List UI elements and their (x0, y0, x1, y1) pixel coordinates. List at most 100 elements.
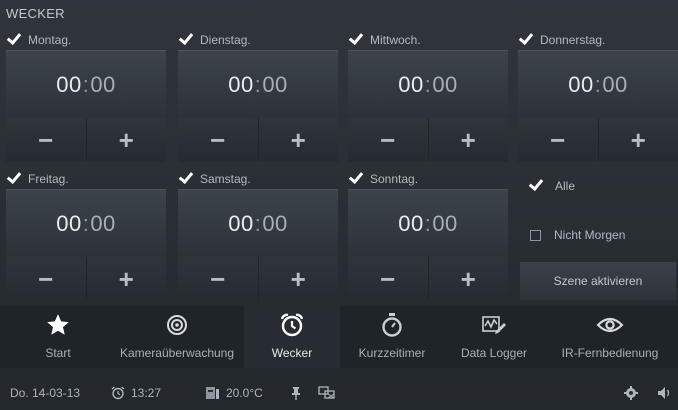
nav-ir-fernbedienung[interactable]: IR-Fernbedienung (544, 306, 676, 368)
thermometer-icon (205, 386, 221, 400)
time-separator: : (424, 71, 432, 97)
increase-button[interactable]: + (85, 257, 166, 301)
time-display[interactable]: 00 : 00 (6, 50, 166, 118)
adjust-row: − + (348, 257, 508, 301)
increase-button[interactable]: + (257, 257, 338, 301)
alarm-clock-icon (279, 312, 305, 338)
hours-value: 00 (568, 71, 594, 97)
day-header[interactable]: Mittwoch. (350, 30, 421, 50)
nav-data-logger[interactable]: Data Logger (444, 306, 544, 368)
decrease-button[interactable]: − (178, 118, 258, 162)
day-checkbox[interactable] (350, 173, 362, 185)
day-panel-donnerstag: Donnerstag. 00 : 00 − + (518, 30, 678, 162)
increase-button[interactable]: + (257, 118, 338, 162)
adjust-row: − + (6, 118, 166, 162)
day-panel-dienstag: Dienstag. 00 : 00 − + (178, 30, 338, 162)
settings-icon[interactable] (624, 386, 638, 400)
day-checkbox[interactable] (180, 34, 192, 46)
day-panel-montag: Montag. 00 : 00 − + (6, 30, 166, 162)
adjust-row: − + (348, 118, 508, 162)
star-icon (45, 312, 71, 338)
minutes-value: 00 (432, 210, 458, 236)
day-label: Freitag. (28, 172, 69, 186)
day-panel-freitag: Freitag. 00 : 00 − + (6, 169, 166, 301)
alarm-time-text: 13:27 (131, 386, 162, 400)
pin-icon (291, 386, 301, 400)
scene-activate-button[interactable]: Szene aktivieren (520, 262, 676, 300)
time-separator: : (594, 71, 602, 97)
minutes-value: 00 (90, 210, 116, 236)
status-temperature: 20.0°C (205, 386, 263, 400)
day-header[interactable]: Samstag. (180, 169, 251, 189)
time-display[interactable]: 00 : 00 (6, 189, 166, 257)
decrease-button[interactable]: − (6, 257, 86, 301)
day-label: Samstag. (200, 172, 251, 186)
decrease-button[interactable]: − (178, 257, 258, 301)
adjust-row: − + (178, 118, 338, 162)
nav-start-label: Start (45, 346, 71, 360)
option-alle[interactable]: Alle (530, 179, 575, 193)
nav-kurzzeitimer[interactable]: Kurzzeitimer (340, 306, 444, 368)
page-title: WECKER (6, 6, 65, 21)
time-separator: : (254, 210, 262, 236)
minutes-value: 00 (262, 71, 288, 97)
increase-button[interactable]: + (85, 118, 166, 162)
nav-wecker-label: Wecker (271, 346, 313, 360)
day-checkbox[interactable] (8, 173, 20, 185)
nav-data-logger-label: Data Logger (460, 346, 528, 360)
day-header[interactable]: Donnerstag. (520, 30, 605, 50)
time-display[interactable]: 00 : 00 (348, 50, 508, 118)
hours-value: 00 (56, 210, 82, 236)
day-panel-sonntag: Sonntag. 00 : 00 − + (348, 169, 508, 301)
hours-value: 00 (228, 71, 254, 97)
day-label: Dienstag. (200, 33, 251, 47)
day-label: Mittwoch. (370, 33, 421, 47)
day-checkbox[interactable] (8, 34, 20, 46)
adjust-row: − + (6, 257, 166, 301)
adjust-row: − + (178, 257, 338, 301)
day-label: Sonntag. (370, 172, 419, 186)
increase-button[interactable]: + (427, 257, 508, 301)
hours-value: 00 (398, 71, 424, 97)
day-checkbox[interactable] (520, 34, 532, 46)
alle-checkbox[interactable] (530, 180, 542, 192)
increase-button[interactable]: + (597, 118, 678, 162)
time-display[interactable]: 00 : 00 (348, 189, 508, 257)
time-separator: : (82, 210, 90, 236)
decrease-button[interactable]: − (518, 118, 598, 162)
nav-wecker[interactable]: Wecker (244, 306, 340, 368)
minutes-value: 00 (602, 71, 628, 97)
time-display[interactable]: 00 : 00 (178, 189, 338, 257)
eye-icon (596, 312, 624, 338)
time-display[interactable]: 00 : 00 (178, 50, 338, 118)
speaker-icon[interactable] (657, 386, 673, 400)
time-separator: : (424, 210, 432, 236)
increase-button[interactable]: + (427, 118, 508, 162)
camera-icon (166, 312, 188, 338)
hours-value: 00 (228, 210, 254, 236)
minutes-value: 00 (432, 71, 458, 97)
decrease-button[interactable]: − (6, 118, 86, 162)
alle-label: Alle (555, 179, 576, 193)
nav-kameraueberwachung[interactable]: Kameraüberwachung (110, 306, 244, 368)
option-nicht-morgen[interactable]: Nicht Morgen (530, 228, 625, 242)
day-checkbox[interactable] (350, 34, 362, 46)
decrease-button[interactable]: − (348, 257, 428, 301)
time-display[interactable]: 00 : 00 (518, 50, 678, 118)
day-checkbox[interactable] (180, 173, 192, 185)
minutes-value: 00 (90, 71, 116, 97)
day-header[interactable]: Sonntag. (350, 169, 418, 189)
day-header[interactable]: Freitag. (8, 169, 69, 189)
hours-value: 00 (398, 210, 424, 236)
nav-start[interactable]: Start (6, 306, 110, 368)
network-icon (318, 386, 336, 400)
day-header[interactable]: Montag. (8, 30, 71, 50)
day-header[interactable]: Dienstag. (180, 30, 251, 50)
decrease-button[interactable]: − (348, 118, 428, 162)
nicht-morgen-label: Nicht Morgen (554, 228, 626, 242)
nav-kameraueberwachung-label: Kameraüberwachung (119, 346, 235, 360)
time-separator: : (82, 71, 90, 97)
nav-ir-fernbedienung-label: IR-Fernbedienung (561, 346, 659, 360)
status-date: Do. 14-03-13 (10, 386, 80, 400)
nicht-morgen-checkbox[interactable] (530, 229, 541, 241)
